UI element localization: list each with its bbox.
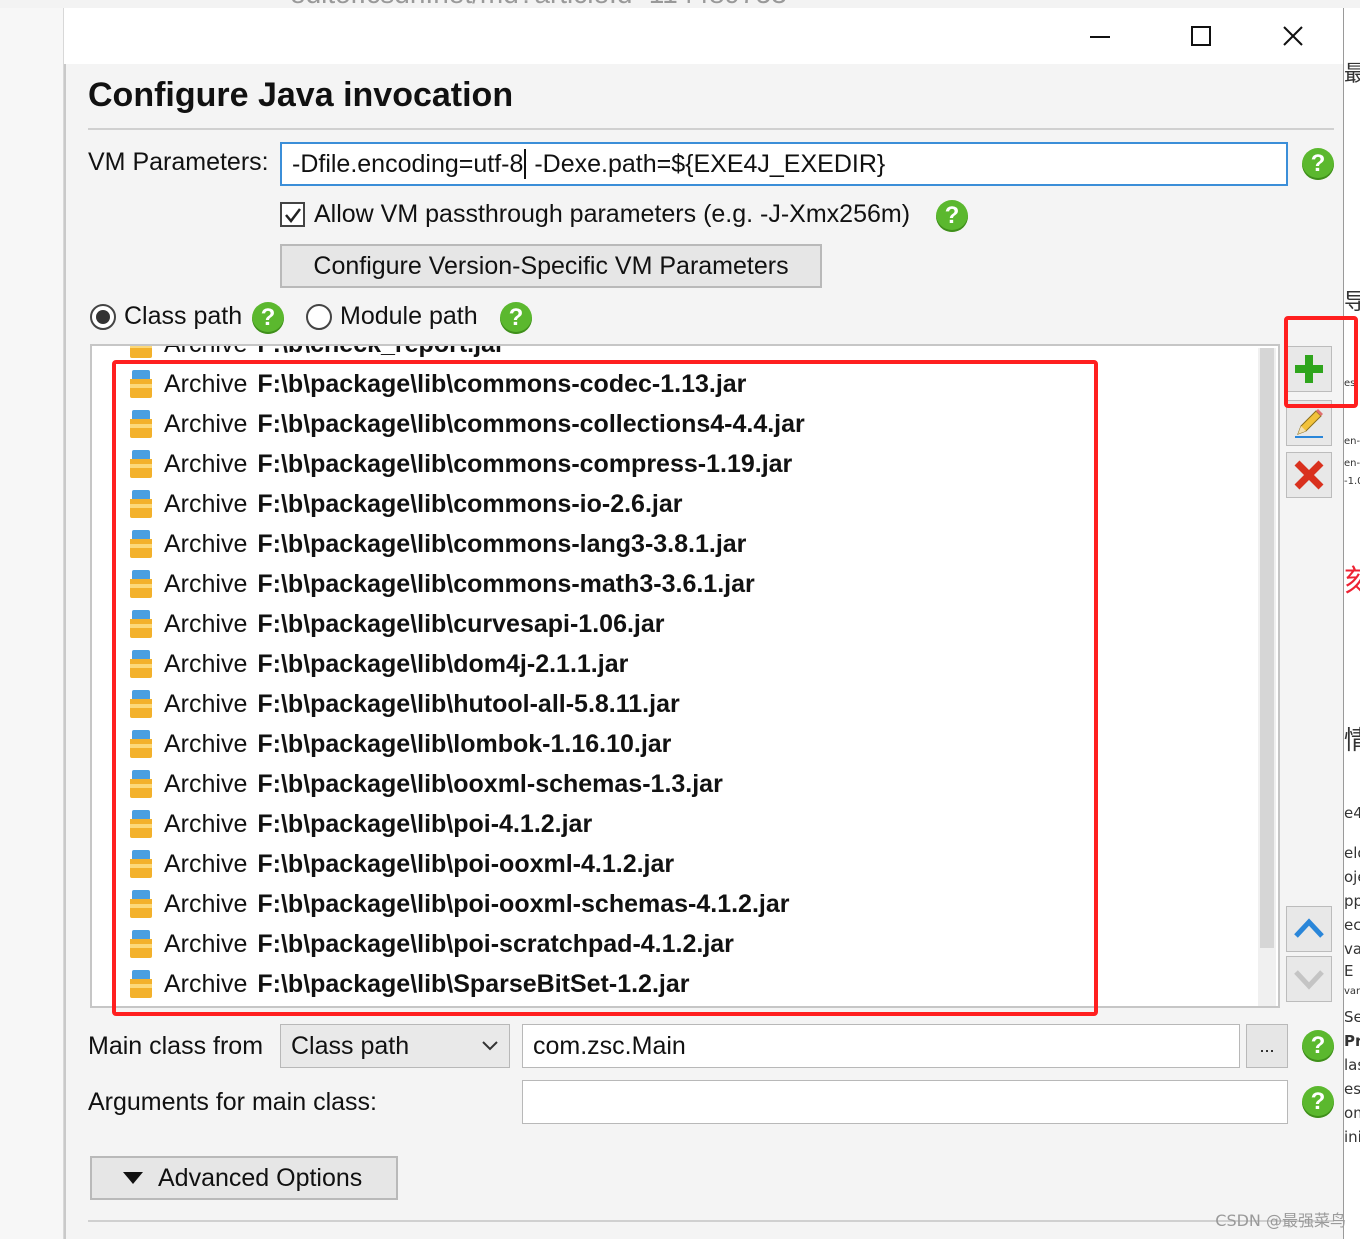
bg-fragment: ess: [1344, 1080, 1360, 1098]
main-class-source-value: Class path: [291, 1031, 410, 1060]
bg-fragment: 情: [1344, 720, 1360, 757]
text-caret: [524, 149, 527, 179]
bg-fragment: om: [1344, 1104, 1360, 1122]
bg-fragment: Pr: [1344, 1032, 1360, 1050]
configure-version-specific-button[interactable]: Configure Version-Specific VM Parameters: [280, 244, 822, 288]
module-path-label: Module path: [340, 302, 478, 330]
window-titlebar: [64, 8, 1343, 64]
close-icon: [1283, 26, 1303, 46]
module-path-help-icon[interactable]: ?: [500, 302, 532, 334]
bg-fragment: 最: [1344, 56, 1360, 88]
arguments-input[interactable]: [522, 1080, 1288, 1124]
entry-path: F:\b\check_report.jar: [257, 346, 504, 359]
bg-fragment: en-s: [1344, 458, 1360, 469]
minimize-button[interactable]: [1077, 18, 1123, 54]
browse-main-class-button[interactable]: ...: [1246, 1024, 1288, 1068]
checkmark-icon: [284, 207, 301, 223]
bg-fragment: ini: [1344, 1128, 1360, 1146]
background-left-panel: exe4j: [0, 8, 64, 1239]
delete-x-icon: [1294, 460, 1324, 490]
watermark: CSDN @最强菜鸟: [1215, 1211, 1346, 1230]
scrollbar-thumb[interactable]: [1260, 348, 1274, 948]
bg-fragment: var: [1344, 986, 1360, 997]
class-path-radio[interactable]: [90, 304, 116, 330]
vm-parameters-label: VM Parameters:: [88, 148, 269, 176]
move-up-button[interactable]: [1286, 906, 1332, 952]
jar-archive-icon: [130, 346, 152, 358]
advanced-options-label: Advanced Options: [158, 1163, 363, 1192]
main-class-source-select[interactable]: Class path: [280, 1024, 510, 1068]
bg-fragment: en-a: [1344, 436, 1360, 447]
passthrough-checkbox[interactable]: [280, 202, 305, 227]
maximize-button[interactable]: [1178, 18, 1224, 54]
vm-parameters-value-end: -Dexe.path=${EXE4J_EXEDIR}: [527, 149, 886, 178]
annotation-highlight-add: [1284, 316, 1358, 408]
vm-parameters-help-icon[interactable]: ?: [1302, 148, 1334, 180]
main-class-from-label: Main class from: [88, 1032, 264, 1060]
browser-address-strip: editor.csdn.net/md?articleId=114489753: [0, 0, 1360, 8]
bg-fragment: 导: [1344, 284, 1360, 316]
bg-fragment: ppl: [1344, 892, 1360, 910]
close-button[interactable]: [1270, 18, 1316, 54]
vm-parameters-value-start: -Dfile.encoding=utf-8: [292, 149, 524, 178]
arguments-label: Arguments for main class:: [88, 1088, 377, 1116]
arrow-down-icon: [1294, 970, 1324, 990]
annotation-highlight-list: [112, 360, 1098, 1016]
bg-fragment: e4: [1344, 804, 1360, 822]
background-page-right: 最 导 es en-a en-s -1.0 刻 情 e4 elo oje ppl…: [1343, 8, 1360, 1239]
chevron-down-icon: [482, 1041, 498, 1051]
class-path-label: Class path: [124, 302, 243, 330]
advanced-options-button[interactable]: Advanced Options: [90, 1156, 398, 1200]
bg-fragment: E: [1344, 962, 1354, 980]
bg-fragment: -1.0: [1344, 476, 1360, 487]
main-class-value: com.zsc.Main: [533, 1031, 686, 1060]
bg-fragment: las: [1344, 1056, 1360, 1074]
bg-fragment: Se: [1344, 1008, 1360, 1026]
bg-fragment: oje: [1344, 868, 1360, 886]
bg-fragment: elo: [1344, 844, 1360, 862]
main-class-help-icon[interactable]: ?: [1302, 1030, 1334, 1062]
triangle-down-icon: [123, 1172, 143, 1184]
pencil-icon: [1295, 409, 1323, 438]
maximize-icon: [1191, 26, 1211, 46]
title-divider: [88, 128, 1334, 130]
main-class-input[interactable]: com.zsc.Main: [522, 1024, 1240, 1068]
module-path-radio[interactable]: [306, 304, 332, 330]
classpath-scrollbar[interactable]: [1258, 348, 1276, 1006]
bg-fragment: va: [1344, 940, 1360, 958]
entry-kind: Archive: [164, 346, 247, 359]
passthrough-label: Allow VM passthrough parameters (e.g. -J…: [314, 200, 911, 228]
page-title: Configure Java invocation: [88, 76, 514, 114]
class-path-help-icon[interactable]: ?: [252, 302, 284, 334]
minimize-icon: [1090, 36, 1110, 38]
remove-entry-button[interactable]: [1286, 452, 1332, 498]
arguments-help-icon[interactable]: ?: [1302, 1086, 1334, 1118]
passthrough-help-icon[interactable]: ?: [936, 200, 968, 232]
move-down-button[interactable]: [1286, 956, 1332, 1002]
arrow-up-icon: [1294, 918, 1324, 938]
browser-url: editor.csdn.net/md?articleId=114489753: [290, 0, 787, 8]
vm-parameters-input[interactable]: -Dfile.encoding=utf-8 -Dexe.path=${EXE4J…: [280, 142, 1288, 186]
radio-selected-dot: [96, 310, 110, 324]
bottom-divider: [88, 1220, 1334, 1222]
bg-fragment: ec: [1344, 916, 1360, 934]
bg-fragment: 刻: [1344, 556, 1360, 600]
